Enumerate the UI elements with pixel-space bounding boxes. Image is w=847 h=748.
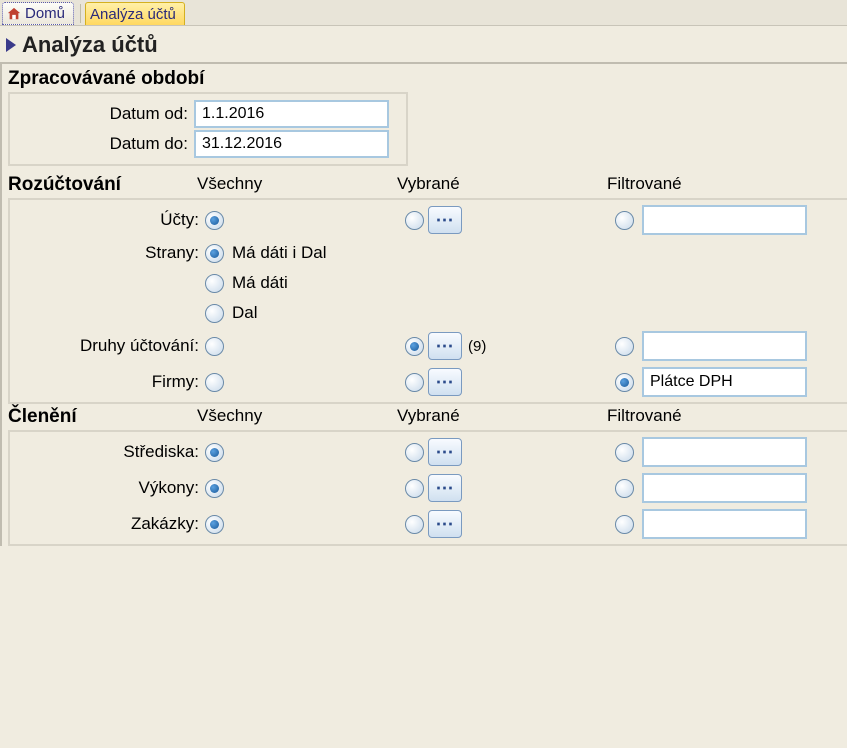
radio-ucty-filtered[interactable] <box>615 211 634 230</box>
row-strediska: Střediska: <box>10 434 847 470</box>
radio-strany-both[interactable] <box>205 244 224 263</box>
label-zakazky: Zakázky: <box>10 514 205 534</box>
button-zakazky-pick[interactable] <box>428 510 462 538</box>
label-druhy: Druhy účtování: <box>10 336 205 356</box>
label-strany-dal: Dal <box>232 303 258 323</box>
druhy-count: (9) <box>468 338 486 355</box>
col-header-filtered-2: Filtrované <box>607 406 847 428</box>
col-header-selected: Vybrané <box>397 174 607 196</box>
row-strany-md: Má dáti <box>10 268 847 298</box>
col-header-selected-2: Vybrané <box>397 406 607 428</box>
radio-ucty-selected[interactable] <box>405 211 424 230</box>
cleneni-box: Střediska: Výkony: <box>8 430 847 546</box>
button-ucty-pick[interactable] <box>428 206 462 234</box>
radio-vykony-all[interactable] <box>205 479 224 498</box>
label-strany-both: Má dáti i Dal <box>232 243 326 263</box>
radio-strediska-selected[interactable] <box>405 443 424 462</box>
title-row: Analýza účtů <box>0 26 847 62</box>
radio-zakazky-filtered[interactable] <box>615 515 634 534</box>
date-to-input[interactable] <box>194 130 389 158</box>
radio-strediska-all[interactable] <box>205 443 224 462</box>
row-zakazky: Zakázky: <box>10 506 847 542</box>
radio-strany-dal[interactable] <box>205 304 224 323</box>
rozuctovani-header-row: Rozúčtování Všechny Vybrané Filtrované <box>2 172 847 198</box>
row-firmy: Firmy: <box>10 364 847 400</box>
section-header-period: Zpracovávané období <box>2 64 847 92</box>
tab-bar: Domů Analýza účtů <box>0 0 847 26</box>
radio-firmy-all[interactable] <box>205 373 224 392</box>
cleneni-header-row: Členění Všechny Vybrané Filtrované <box>2 404 847 430</box>
label-strany-md: Má dáti <box>232 273 288 293</box>
button-vykony-pick[interactable] <box>428 474 462 502</box>
input-ucty-filter[interactable] <box>642 205 807 235</box>
radio-druhy-all[interactable] <box>205 337 224 356</box>
tab-home[interactable]: Domů <box>2 2 74 25</box>
content-panel: Zpracovávané období Datum od: Datum do: … <box>0 62 847 546</box>
input-zakazky-filter[interactable] <box>642 509 807 539</box>
label-date-to: Datum do: <box>14 134 194 154</box>
input-druhy-filter[interactable] <box>642 331 807 361</box>
col-header-all-2: Všechny <box>197 406 397 428</box>
row-strany-dal: Dal <box>10 298 847 328</box>
section-header-rozuctovani: Rozúčtování <box>2 174 197 196</box>
radio-zakazky-selected[interactable] <box>405 515 424 534</box>
button-firmy-pick[interactable] <box>428 368 462 396</box>
label-date-from: Datum od: <box>14 104 194 124</box>
tab-separator <box>80 4 81 23</box>
page-title: Analýza účtů <box>22 32 158 58</box>
radio-firmy-selected[interactable] <box>405 373 424 392</box>
label-firmy: Firmy: <box>10 372 205 392</box>
radio-strediska-filtered[interactable] <box>615 443 634 462</box>
row-strany-both: Strany: Má dáti i Dal <box>10 238 847 268</box>
row-vykony: Výkony: <box>10 470 847 506</box>
radio-firmy-filtered[interactable] <box>615 373 634 392</box>
row-ucty: Účty: <box>10 202 847 238</box>
home-icon <box>7 7 21 21</box>
tab-home-label: Domů <box>25 5 65 22</box>
radio-vykony-filtered[interactable] <box>615 479 634 498</box>
radio-strany-md[interactable] <box>205 274 224 293</box>
button-druhy-pick[interactable] <box>428 332 462 360</box>
rozuctovani-box: Účty: Strany: Má dáti i Dal <box>8 198 847 404</box>
radio-zakazky-all[interactable] <box>205 515 224 534</box>
col-header-filtered: Filtrované <box>607 174 847 196</box>
date-from-input[interactable] <box>194 100 389 128</box>
tab-analyza-uctu[interactable]: Analýza účtů <box>85 2 185 25</box>
label-strediska: Střediska: <box>10 442 205 462</box>
radio-ucty-all[interactable] <box>205 211 224 230</box>
label-strany: Strany: <box>10 243 205 263</box>
input-strediska-filter[interactable] <box>642 437 807 467</box>
radio-vykony-selected[interactable] <box>405 479 424 498</box>
input-firmy-filter[interactable] <box>642 367 807 397</box>
section-header-cleneni: Členění <box>2 406 197 428</box>
col-header-all: Všechny <box>197 174 397 196</box>
period-box: Datum od: Datum do: <box>8 92 408 166</box>
input-vykony-filter[interactable] <box>642 473 807 503</box>
button-strediska-pick[interactable] <box>428 438 462 466</box>
label-ucty: Účty: <box>10 210 205 230</box>
radio-druhy-filtered[interactable] <box>615 337 634 356</box>
radio-druhy-selected[interactable] <box>405 337 424 356</box>
tab-analyza-label: Analýza účtů <box>90 6 176 23</box>
expand-triangle-icon[interactable] <box>6 38 16 52</box>
row-druhy: Druhy účtování: (9) <box>10 328 847 364</box>
label-vykony: Výkony: <box>10 478 205 498</box>
